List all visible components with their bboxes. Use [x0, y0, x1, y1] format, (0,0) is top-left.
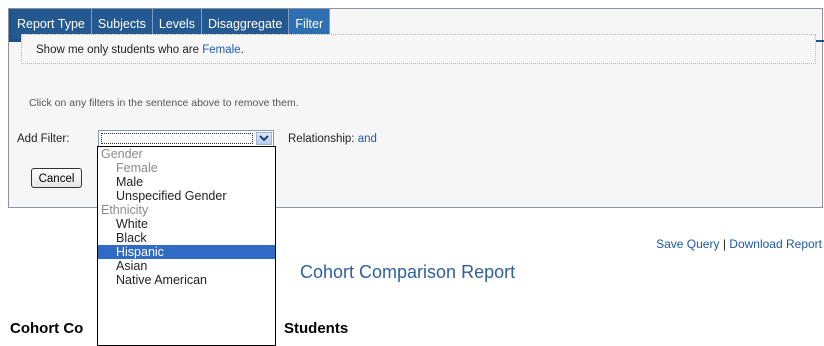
select-dropdown-button[interactable]: [256, 132, 272, 145]
add-filter-label: Add Filter:: [17, 133, 70, 145]
add-filter-select[interactable]: [98, 130, 274, 147]
filter-sentence-prefix: Show me only students who are: [36, 44, 203, 56]
save-query-link[interactable]: Save Query: [656, 237, 719, 251]
option-hispanic[interactable]: Hispanic: [98, 245, 275, 259]
filter-female-link[interactable]: Female: [202, 44, 240, 56]
option-group-ethnicity: Ethnicity: [101, 203, 149, 217]
download-report-link[interactable]: Download Report: [729, 237, 822, 251]
filter-sentence: Show me only students who are Female.: [36, 44, 244, 56]
cancel-button[interactable]: Cancel: [31, 168, 82, 188]
option-male[interactable]: Male: [98, 175, 275, 189]
option-white[interactable]: White: [98, 217, 275, 231]
actions-separator: |: [719, 237, 730, 251]
option-female-disabled: Female: [116, 161, 158, 175]
relationship-label: Relationship:: [288, 133, 358, 145]
filter-sentence-box: Show me only students who are Female.: [21, 34, 816, 64]
chevron-down-icon: [259, 135, 269, 142]
relationship: Relationship: and: [288, 133, 377, 145]
filter-sentence-suffix: .: [240, 44, 244, 56]
relationship-and-link[interactable]: and: [358, 133, 377, 145]
option-group-gender: Gender: [101, 147, 143, 161]
option-black[interactable]: Black: [98, 231, 275, 245]
report-actions: Save Query | Download Report: [656, 237, 822, 251]
students-section-heading: Students: [284, 320, 349, 337]
select-focus-ring: [101, 133, 253, 144]
option-asian[interactable]: Asian: [98, 259, 275, 273]
add-filter-dropdown-list[interactable]: Gender Female Male Unspecified Gender Et…: [97, 146, 276, 346]
cohort-section-heading: Cohort Co: [10, 320, 84, 337]
option-unspecified-gender[interactable]: Unspecified Gender: [98, 189, 275, 203]
filter-hint: Click on any filters in the sentence abo…: [29, 97, 299, 109]
option-native-american[interactable]: Native American: [98, 273, 275, 287]
report-title: Cohort Comparison Report: [300, 262, 516, 282]
